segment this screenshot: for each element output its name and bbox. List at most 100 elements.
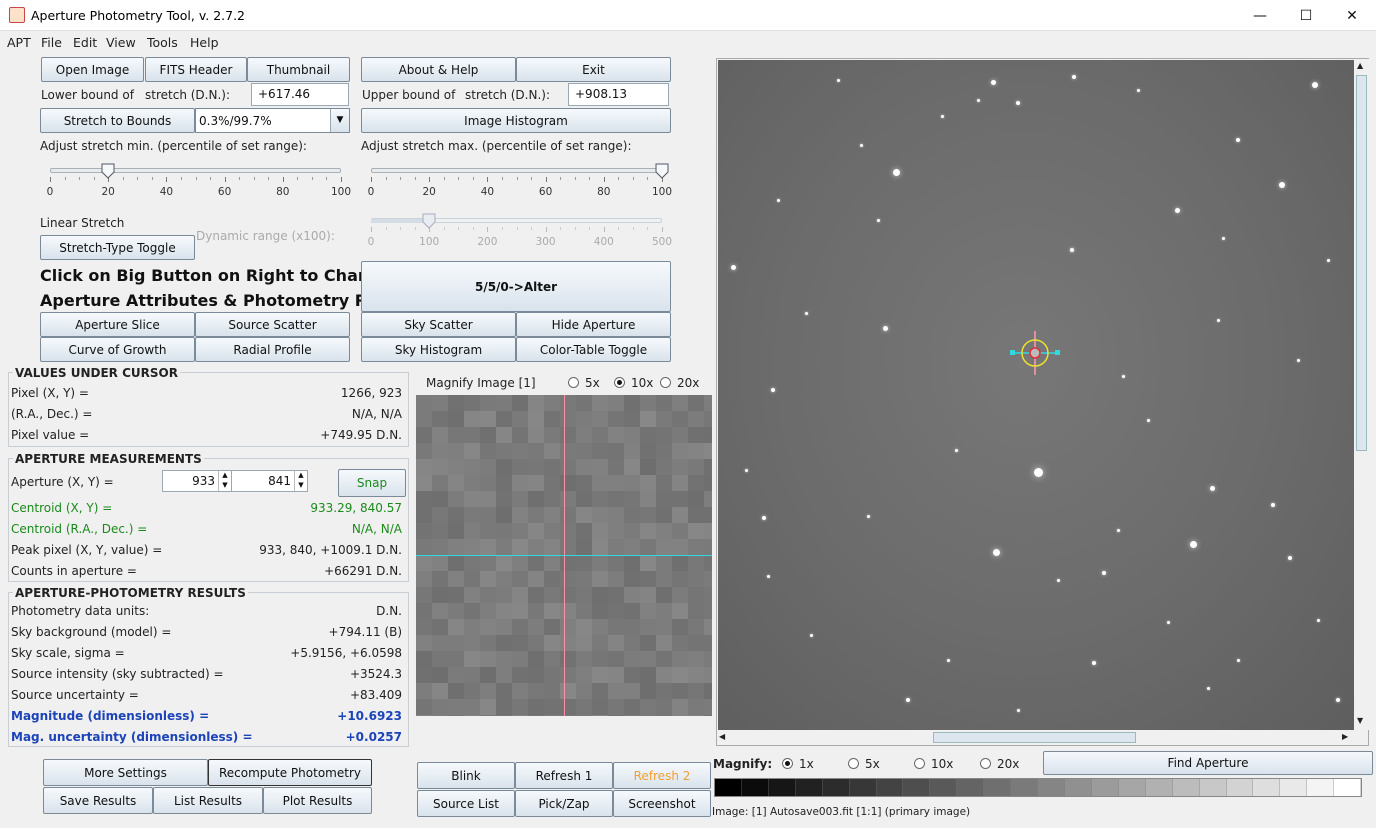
alter-aperture-button[interactable]: 5/5/0->Alter (361, 261, 671, 312)
slider-minor-tick (589, 177, 591, 180)
magnified-pixel (528, 555, 544, 571)
chevron-down-icon[interactable]: ▼ (330, 109, 349, 132)
close-button[interactable]: ✕ (1329, 0, 1375, 31)
vertical-scroll-thumb[interactable] (1356, 75, 1367, 451)
menu-file[interactable]: File (41, 35, 62, 50)
recompute-photometry-button[interactable]: Recompute Photometry (208, 759, 372, 786)
magnified-pixel (496, 683, 512, 699)
snap-button[interactable]: Snap (338, 469, 406, 497)
astronomical-image[interactable] (718, 60, 1354, 730)
slider-tick-label: 0 (367, 186, 375, 198)
magnify-5x-radio[interactable] (568, 377, 579, 388)
scroll-left-icon[interactable]: ◀ (719, 732, 725, 741)
upper-bound-field[interactable]: +908.13 (568, 83, 669, 106)
spinner-up-icon[interactable]: ▲ (294, 471, 307, 481)
plot-results-button[interactable]: Plot Results (263, 787, 372, 814)
main-magnify-10x-radio[interactable] (914, 758, 925, 769)
image-histogram-button[interactable]: Image Histogram (361, 108, 671, 133)
slider-tick-label: 0 (46, 186, 54, 198)
thumbnail-button[interactable]: Thumbnail (247, 57, 350, 82)
stretch-min-slider[interactable]: 0 20 40 60 80 100 (40, 160, 352, 208)
pick-zap-button[interactable]: Pick/Zap (515, 790, 613, 817)
magnitude-row: Magnitude (dimensionless) = +10.6923 (11, 709, 402, 723)
radial-profile-button[interactable]: Radial Profile (195, 337, 350, 362)
spinner-up-icon[interactable]: ▲ (218, 471, 231, 481)
stretch-range-select[interactable]: 0.3%/99.7% ▼ (195, 108, 350, 133)
magnified-pixel (624, 603, 640, 619)
more-settings-button[interactable]: More Settings (43, 759, 208, 786)
stretch-to-bounds-button[interactable]: Stretch to Bounds (40, 108, 195, 133)
vertical-scrollbar[interactable]: ▲ ▼ (1354, 59, 1369, 730)
magnified-pixel (432, 715, 448, 716)
magnified-image-view[interactable] (416, 395, 712, 716)
magnified-pixel (496, 555, 512, 571)
main-magnify-5x-radio[interactable] (848, 758, 859, 769)
magnified-pixel (576, 715, 592, 716)
sky-histogram-button[interactable]: Sky Histogram (361, 337, 516, 362)
refresh-2-button[interactable]: Refresh 2 (613, 762, 711, 789)
blink-button[interactable]: Blink (417, 762, 515, 789)
horizontal-scrollbar[interactable]: ◀ ▶ (717, 730, 1354, 745)
open-image-button[interactable]: Open Image (41, 57, 144, 82)
magnified-pixel (528, 683, 544, 699)
fits-header-button[interactable]: FITS Header (145, 57, 247, 82)
aperture-y-spinner[interactable]: 841 ▲ ▼ (231, 470, 308, 492)
magnified-pixel (624, 571, 640, 587)
main-magnify-20x-radio[interactable] (980, 758, 991, 769)
list-results-button[interactable]: List Results (153, 787, 263, 814)
magnified-pixel (512, 523, 528, 539)
horizontal-scroll-thumb[interactable] (933, 732, 1136, 743)
magnified-pixel (656, 715, 672, 716)
source-list-button[interactable]: Source List (417, 790, 515, 817)
scroll-up-icon[interactable]: ▲ (1357, 61, 1363, 70)
menu-tools[interactable]: Tools (147, 35, 178, 50)
magnified-pixel (576, 667, 592, 683)
magnify-10x-radio[interactable] (614, 377, 625, 388)
slider-minor-tick (137, 177, 139, 180)
exit-button[interactable]: Exit (516, 57, 671, 82)
stretch-type-toggle-button[interactable]: Stretch-Type Toggle (40, 235, 195, 260)
slider-thumb[interactable] (655, 163, 669, 179)
screenshot-button[interactable]: Screenshot (613, 790, 711, 817)
spinner-down-icon[interactable]: ▼ (218, 481, 231, 491)
stretch-max-slider[interactable]: 0 20 40 60 80 100 (361, 160, 673, 208)
magnified-pixel (448, 699, 464, 715)
about-help-button[interactable]: About & Help (361, 57, 516, 82)
menu-apt[interactable]: APT (7, 35, 31, 50)
maximize-button[interactable]: ☐ (1283, 0, 1329, 31)
colorbar-segment (795, 779, 823, 796)
menu-help[interactable]: Help (190, 35, 219, 50)
magnified-pixel (512, 619, 528, 635)
dynamic-range-slider[interactable]: 0 100 200 300 400 500 (361, 210, 673, 258)
menu-edit[interactable]: Edit (73, 35, 97, 50)
star (744, 468, 748, 472)
magnified-pixel (560, 523, 576, 539)
curve-of-growth-button[interactable]: Curve of Growth (40, 337, 195, 362)
slider-thumb[interactable] (422, 213, 436, 229)
scroll-down-icon[interactable]: ▼ (1357, 716, 1363, 725)
refresh-1-button[interactable]: Refresh 1 (515, 762, 613, 789)
aperture-marker-icon[interactable] (1010, 328, 1060, 378)
slider-minor-tick (180, 177, 182, 180)
main-magnify-1x-radio[interactable] (782, 758, 793, 769)
star (1236, 658, 1240, 662)
aperture-x-spinner[interactable]: 933 ▲ ▼ (162, 470, 232, 492)
magnified-pixel (512, 427, 528, 443)
slider-thumb[interactable] (101, 163, 115, 179)
magnified-pixel (560, 427, 576, 443)
find-aperture-button[interactable]: Find Aperture (1043, 751, 1373, 775)
save-results-button[interactable]: Save Results (43, 787, 153, 814)
minimize-button[interactable]: — (1237, 0, 1283, 31)
spinner-down-icon[interactable]: ▼ (294, 481, 307, 491)
source-scatter-button[interactable]: Source Scatter (195, 312, 350, 337)
magnify-20x-radio[interactable] (660, 377, 671, 388)
menu-view[interactable]: View (106, 35, 136, 50)
colorbar-segment (957, 779, 985, 796)
colorbar-segment (930, 779, 958, 796)
hide-aperture-button[interactable]: Hide Aperture (516, 312, 671, 337)
sky-scatter-button[interactable]: Sky Scatter (361, 312, 516, 337)
color-table-toggle-button[interactable]: Color-Table Toggle (516, 337, 671, 362)
lower-bound-field[interactable]: +617.46 (251, 83, 349, 106)
scroll-right-icon[interactable]: ▶ (1342, 732, 1348, 741)
aperture-slice-button[interactable]: Aperture Slice (40, 312, 195, 337)
